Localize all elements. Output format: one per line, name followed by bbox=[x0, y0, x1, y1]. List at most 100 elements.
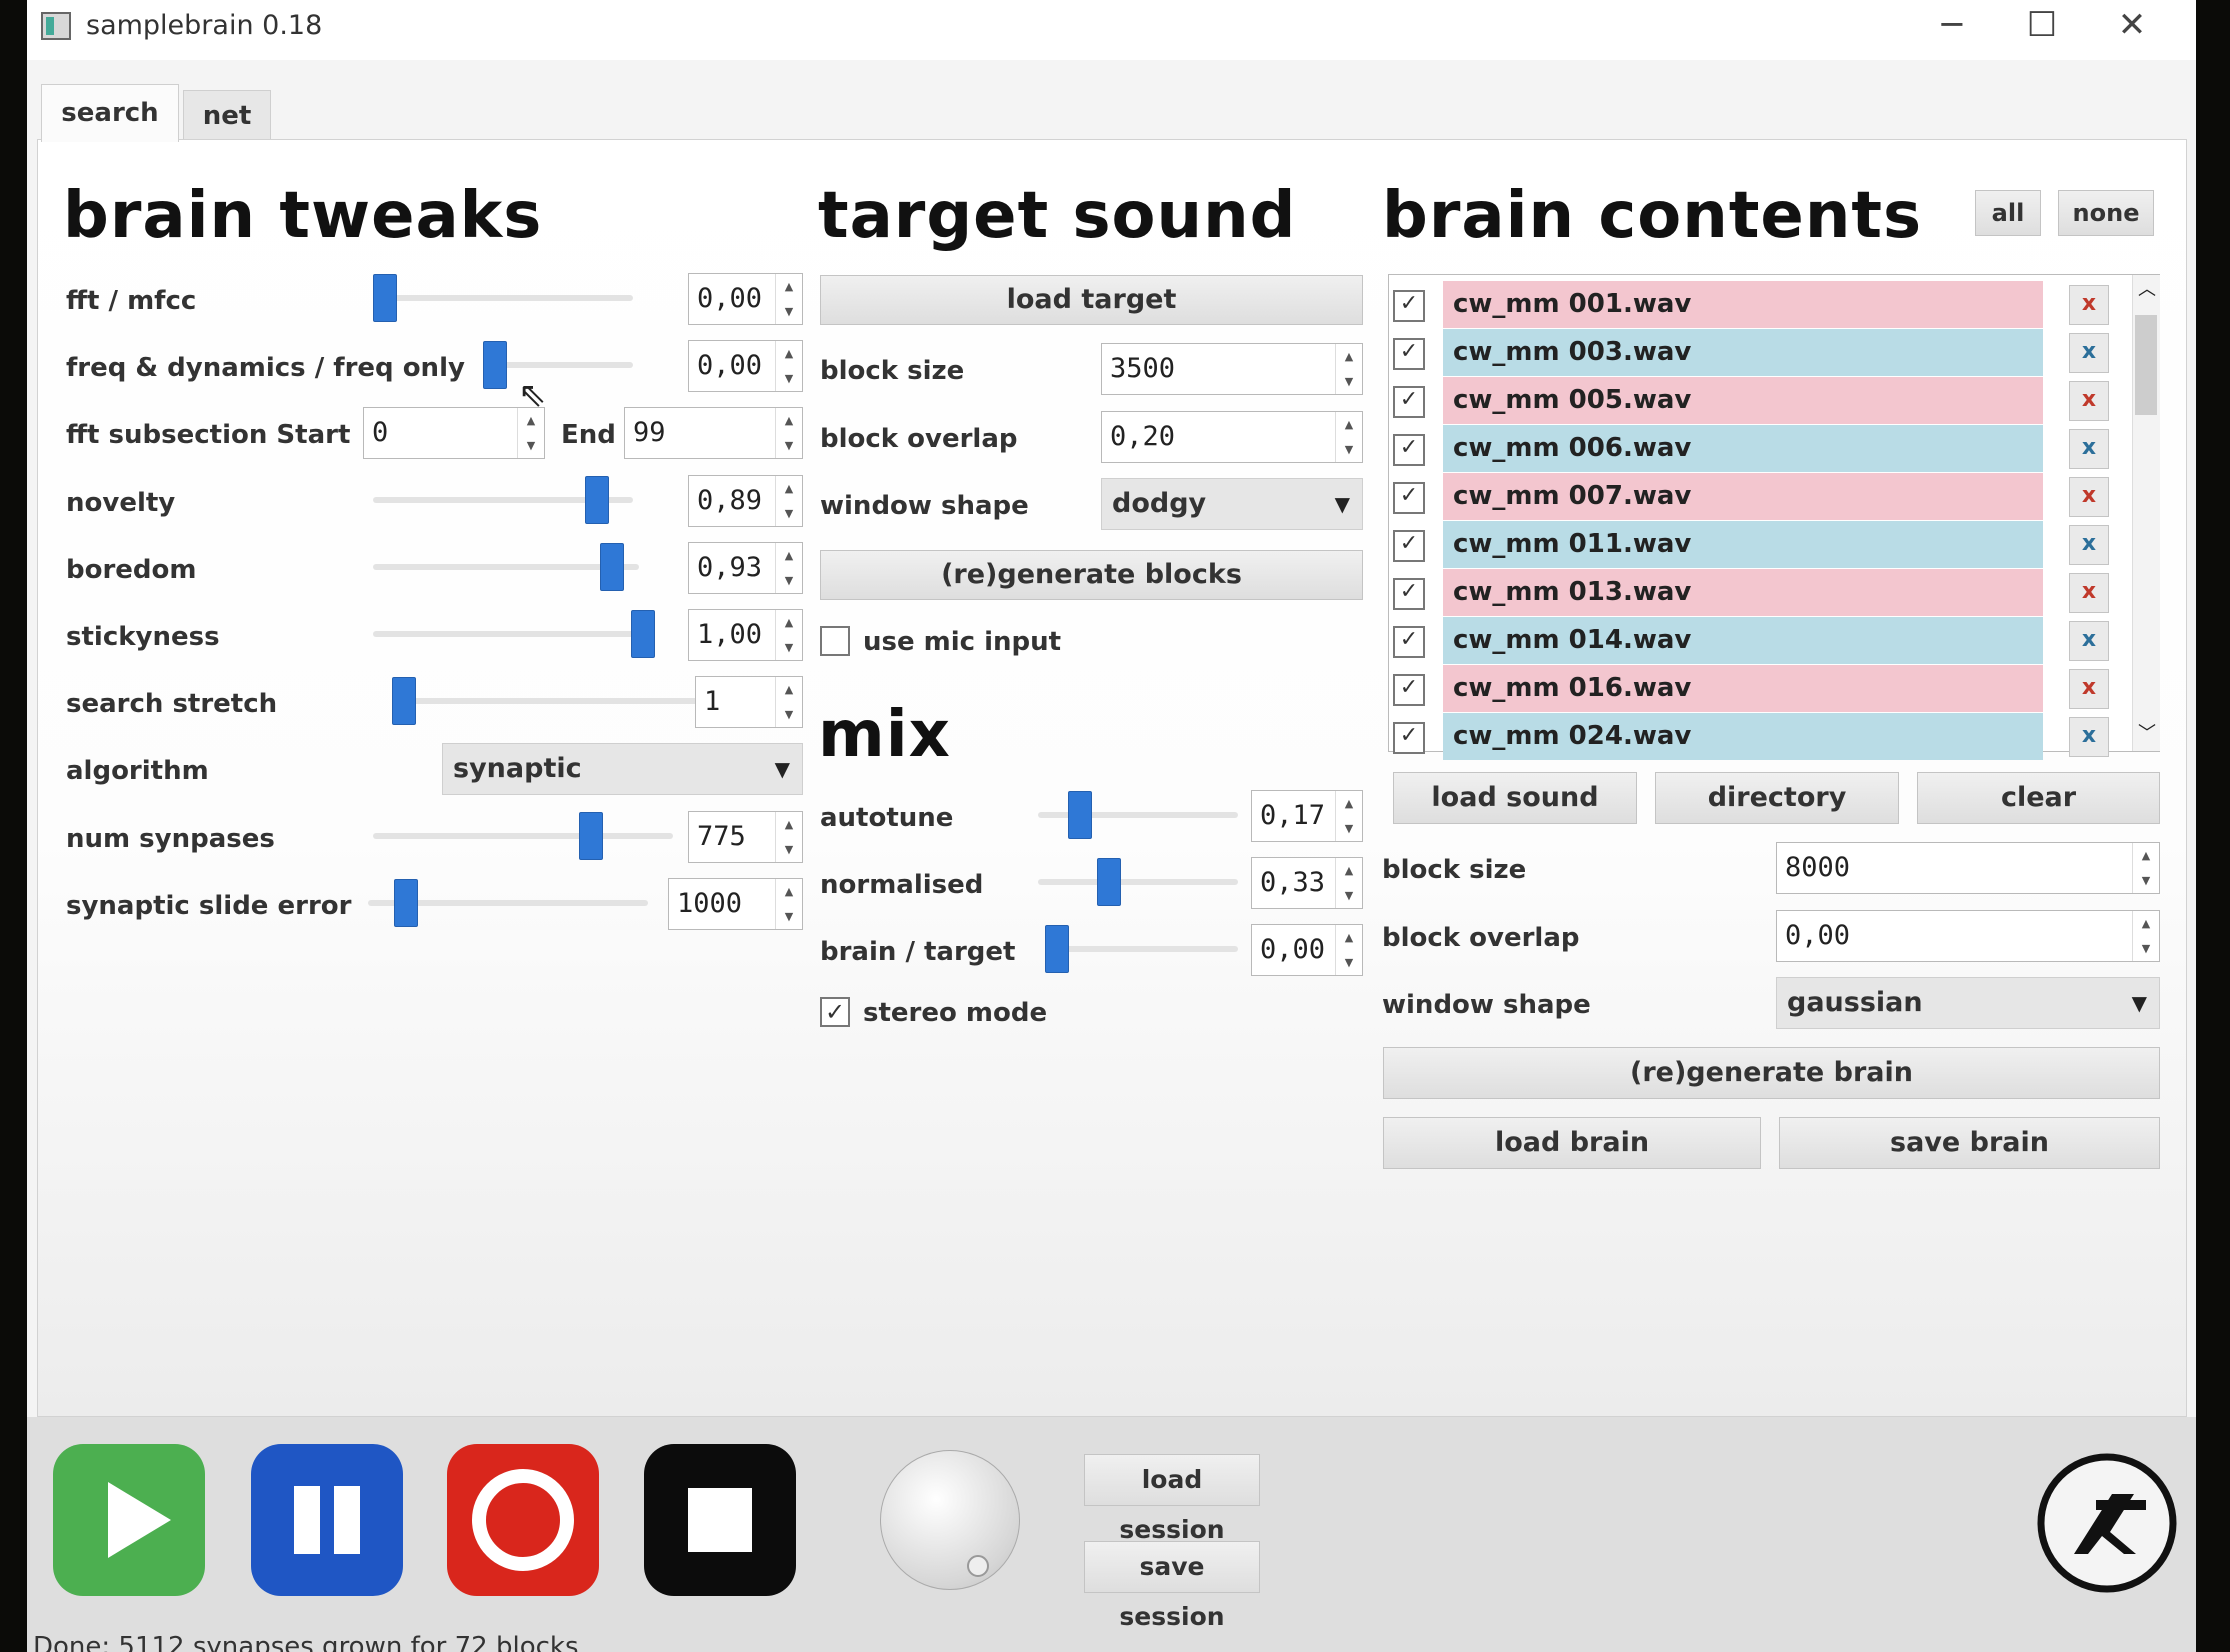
novelty-slider[interactable] bbox=[373, 476, 633, 524]
spin-up-icon[interactable]: ▲ bbox=[776, 476, 802, 501]
save-session-button[interactable]: save session bbox=[1084, 1541, 1260, 1631]
use-mic-checkbox[interactable] bbox=[820, 626, 850, 656]
remove-file-button[interactable]: x bbox=[2069, 621, 2109, 661]
file-row[interactable]: ✓ cw_mm 016.wav x bbox=[1389, 665, 2109, 713]
spin-down-icon[interactable]: ▼ bbox=[1336, 816, 1362, 841]
file-checkbox[interactable]: ✓ bbox=[1393, 530, 1425, 562]
algorithm-select[interactable]: synaptic ▼ bbox=[442, 743, 803, 795]
fft-mfcc-spinbox[interactable]: 0,00 ▲ ▼ bbox=[688, 273, 803, 325]
minimize-button[interactable]: ─ bbox=[1907, 0, 1997, 56]
file-checkbox[interactable]: ✓ bbox=[1393, 626, 1425, 658]
file-row[interactable]: ✓ cw_mm 024.wav x bbox=[1389, 713, 2109, 761]
pause-button[interactable] bbox=[251, 1444, 403, 1596]
load-brain-button[interactable]: load brain bbox=[1383, 1117, 1761, 1169]
brain-window-shape-select[interactable]: gaussian ▼ bbox=[1776, 977, 2160, 1029]
stop-button[interactable] bbox=[644, 1444, 796, 1596]
volume-knob[interactable] bbox=[880, 1450, 1020, 1590]
slider-handle[interactable] bbox=[584, 476, 609, 524]
load-sound-button[interactable]: load sound bbox=[1393, 772, 1637, 824]
stereo-mode-checkbox[interactable]: ✓ bbox=[820, 997, 850, 1027]
spin-down-icon[interactable]: ▼ bbox=[2133, 936, 2159, 961]
spin-down-icon[interactable]: ▼ bbox=[1336, 950, 1362, 975]
spin-up-icon[interactable]: ▲ bbox=[1336, 791, 1362, 816]
load-session-button[interactable]: load session bbox=[1084, 1454, 1260, 1544]
spin-up-icon[interactable]: ▲ bbox=[776, 274, 802, 299]
search-stretch-spinbox[interactable]: 1 ▲ ▼ bbox=[695, 676, 803, 728]
target-window-shape-select[interactable]: dodgy ▼ bbox=[1101, 478, 1363, 530]
load-target-button[interactable]: load target bbox=[820, 275, 1363, 325]
spin-down-icon[interactable]: ▼ bbox=[776, 568, 802, 593]
num-synapses-spinbox[interactable]: 775 ▲ ▼ bbox=[688, 811, 803, 863]
tab-net[interactable]: net bbox=[183, 90, 271, 140]
remove-file-button[interactable]: x bbox=[2069, 333, 2109, 373]
spin-down-icon[interactable]: ▼ bbox=[776, 501, 802, 526]
brain-block-overlap-spinbox[interactable]: 0,00 ▲ ▼ bbox=[1776, 910, 2160, 962]
file-checkbox[interactable]: ✓ bbox=[1393, 674, 1425, 706]
brain-target-spinbox[interactable]: 0,00 ▲ ▼ bbox=[1251, 924, 1363, 976]
file-row[interactable]: ✓ cw_mm 014.wav x bbox=[1389, 617, 2109, 665]
fft-end-spinbox[interactable]: 99 ▲ ▼ bbox=[624, 407, 803, 459]
select-all-button[interactable]: all bbox=[1975, 190, 2041, 236]
slider-handle[interactable] bbox=[599, 543, 624, 591]
file-checkbox[interactable]: ✓ bbox=[1393, 338, 1425, 370]
spin-down-icon[interactable]: ▼ bbox=[776, 433, 802, 458]
spin-up-icon[interactable]: ▲ bbox=[518, 408, 544, 433]
spin-up-icon[interactable]: ▲ bbox=[1336, 344, 1362, 369]
slider-handle[interactable] bbox=[1068, 791, 1093, 839]
slider-handle[interactable] bbox=[1045, 925, 1069, 973]
brain-block-size-spinbox[interactable]: 8000 ▲ ▼ bbox=[1776, 842, 2160, 894]
spin-up-icon[interactable]: ▲ bbox=[2133, 911, 2159, 936]
remove-file-button[interactable]: x bbox=[2069, 477, 2109, 517]
remove-file-button[interactable]: x bbox=[2069, 285, 2109, 325]
record-button[interactable] bbox=[447, 1444, 599, 1596]
spin-up-icon[interactable]: ▲ bbox=[776, 408, 802, 433]
regenerate-blocks-button[interactable]: (re)generate blocks bbox=[820, 550, 1363, 600]
remove-file-button[interactable]: x bbox=[2069, 429, 2109, 469]
select-none-button[interactable]: none bbox=[2058, 190, 2154, 236]
file-row[interactable]: ✓ cw_mm 011.wav x bbox=[1389, 521, 2109, 569]
file-row[interactable]: ✓ cw_mm 001.wav x bbox=[1389, 281, 2109, 329]
remove-file-button[interactable]: x bbox=[2069, 717, 2109, 757]
spin-down-icon[interactable]: ▼ bbox=[1336, 369, 1362, 394]
novelty-spinbox[interactable]: 0,89 ▲ ▼ bbox=[688, 475, 803, 527]
target-block-overlap-spinbox[interactable]: 0,20 ▲ ▼ bbox=[1101, 411, 1363, 463]
file-checkbox[interactable]: ✓ bbox=[1393, 722, 1425, 754]
spin-down-icon[interactable]: ▼ bbox=[776, 299, 802, 324]
spin-up-icon[interactable]: ▲ bbox=[776, 610, 802, 635]
slider-handle[interactable] bbox=[1096, 858, 1121, 906]
remove-file-button[interactable]: x bbox=[2069, 573, 2109, 613]
brain-target-slider[interactable] bbox=[1045, 925, 1238, 973]
freq-dynamics-slider[interactable] bbox=[483, 341, 633, 389]
spin-down-icon[interactable]: ▼ bbox=[776, 904, 802, 929]
stickyness-spinbox[interactable]: 1,00 ▲ ▼ bbox=[688, 609, 803, 661]
regenerate-brain-button[interactable]: (re)generate brain bbox=[1383, 1047, 2160, 1099]
spin-down-icon[interactable]: ▼ bbox=[1336, 883, 1362, 908]
slider-handle[interactable] bbox=[392, 677, 416, 725]
stickyness-slider[interactable] bbox=[373, 610, 655, 658]
scroll-down-icon[interactable]: ﹀ bbox=[2133, 719, 2161, 749]
brain-file-list[interactable]: ✓ cw_mm 001.wav x ✓ cw_mm 003.wav x ✓ cw_mm 005… bbox=[1388, 274, 2161, 760]
clear-button[interactable]: clear bbox=[1917, 772, 2160, 824]
slider-handle[interactable] bbox=[373, 274, 397, 322]
fft-start-spinbox[interactable]: 0 ▲ ▼ bbox=[363, 407, 545, 459]
file-checkbox[interactable]: ✓ bbox=[1393, 386, 1425, 418]
close-button[interactable]: ✕ bbox=[2087, 0, 2177, 56]
spin-up-icon[interactable]: ▲ bbox=[1336, 925, 1362, 950]
autotune-spinbox[interactable]: 0,17 ▲ ▼ bbox=[1251, 790, 1363, 842]
slider-handle[interactable] bbox=[631, 610, 655, 658]
spin-up-icon[interactable]: ▲ bbox=[776, 341, 802, 366]
file-checkbox[interactable]: ✓ bbox=[1393, 434, 1425, 466]
remove-file-button[interactable]: x bbox=[2069, 525, 2109, 565]
synaptic-slide-error-slider[interactable] bbox=[368, 879, 648, 927]
file-row[interactable]: ✓ cw_mm 007.wav x bbox=[1389, 473, 2109, 521]
synaptic-slide-error-spinbox[interactable]: 1000 ▲ ▼ bbox=[668, 878, 803, 930]
spin-down-icon[interactable]: ▼ bbox=[518, 433, 544, 458]
directory-button[interactable]: directory bbox=[1655, 772, 1899, 824]
autotune-slider[interactable] bbox=[1038, 791, 1238, 839]
search-stretch-slider[interactable] bbox=[392, 677, 712, 725]
file-row[interactable]: ✓ cw_mm 003.wav x bbox=[1389, 329, 2109, 377]
num-synapses-slider[interactable] bbox=[373, 812, 673, 860]
scrollbar-thumb[interactable] bbox=[2135, 315, 2157, 415]
spin-down-icon[interactable]: ▼ bbox=[776, 702, 802, 727]
spin-up-icon[interactable]: ▲ bbox=[776, 812, 802, 837]
